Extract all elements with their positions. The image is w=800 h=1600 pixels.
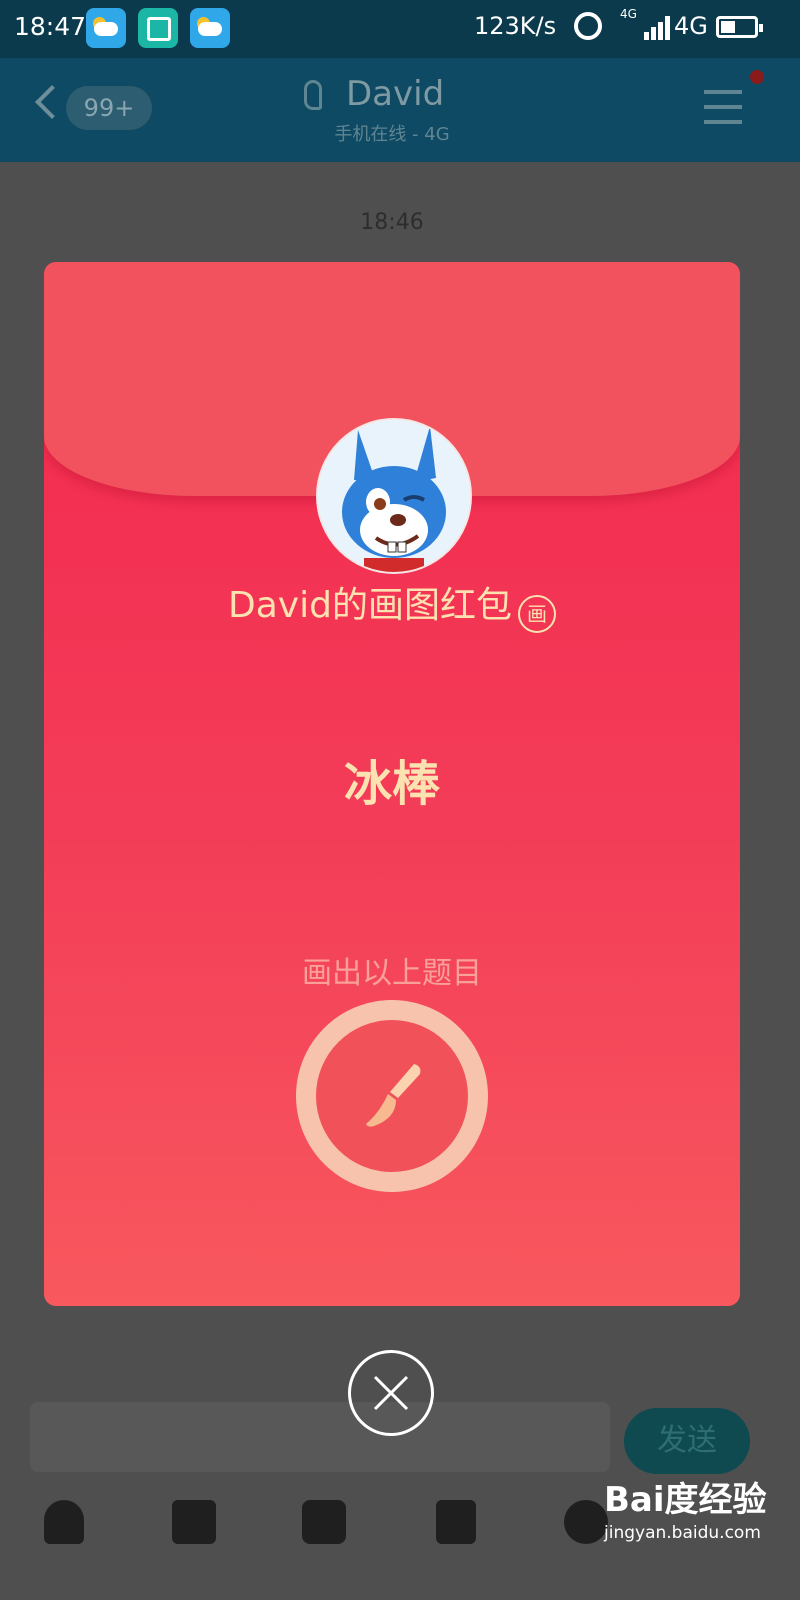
image-icon[interactable] bbox=[172, 1500, 216, 1544]
menu-icon[interactable] bbox=[704, 90, 742, 124]
scan-app-icon bbox=[138, 8, 178, 48]
draw-hint: 画出以上题目 bbox=[302, 956, 482, 991]
network-type: 4G bbox=[674, 12, 708, 40]
notification-dot bbox=[750, 70, 764, 84]
prompt-word: 冰棒 bbox=[343, 756, 440, 812]
close-button[interactable] bbox=[348, 1350, 434, 1436]
send-button[interactable]: 发送 bbox=[624, 1408, 750, 1474]
camera-icon[interactable] bbox=[302, 1500, 346, 1544]
mic-icon[interactable] bbox=[44, 1500, 84, 1544]
message-timestamp: 18:46 bbox=[360, 210, 424, 235]
net-speed: 123K/s bbox=[474, 12, 557, 40]
status-time: 18:47 bbox=[14, 12, 87, 41]
draw-type-badge: 画 bbox=[517, 595, 556, 633]
avatar bbox=[316, 418, 472, 574]
status-bar: 18:47 123K/s 4G 4G bbox=[0, 0, 800, 58]
red-packet-icon[interactable] bbox=[436, 1500, 476, 1544]
weather-app-icon bbox=[86, 8, 126, 48]
red-packet-modal: David的画图红包画 冰棒 画出以上题目 bbox=[44, 262, 740, 1306]
sender-title: David的画图红包画 bbox=[44, 576, 740, 633]
brush-icon bbox=[366, 1064, 421, 1127]
network-type-small: 4G bbox=[620, 7, 637, 21]
ear-icon bbox=[304, 80, 322, 110]
emoji-icon[interactable] bbox=[564, 1500, 608, 1544]
draw-button[interactable] bbox=[296, 1000, 488, 1192]
message-input[interactable] bbox=[30, 1402, 610, 1472]
signal-icon bbox=[642, 14, 672, 40]
watermark-domain: jingyan.baidu.com bbox=[604, 1523, 761, 1543]
chat-header: 99+ David 手机在线 - 4G bbox=[0, 58, 800, 162]
close-icon bbox=[373, 1375, 409, 1411]
back-chevron-icon[interactable] bbox=[35, 85, 69, 119]
watermark-brand: Bai度经验 bbox=[604, 1480, 767, 1520]
contact-status: 手机在线 - 4G bbox=[334, 124, 450, 145]
weather-app-icon-2 bbox=[190, 8, 230, 48]
watermark: Bai度经验 jingyan.baidu.com bbox=[604, 1472, 767, 1543]
contact-name: David bbox=[346, 74, 445, 114]
hotspot-icon bbox=[574, 12, 602, 40]
battery-icon bbox=[716, 16, 763, 38]
sender-title-text: David的画图红包 bbox=[228, 585, 512, 626]
